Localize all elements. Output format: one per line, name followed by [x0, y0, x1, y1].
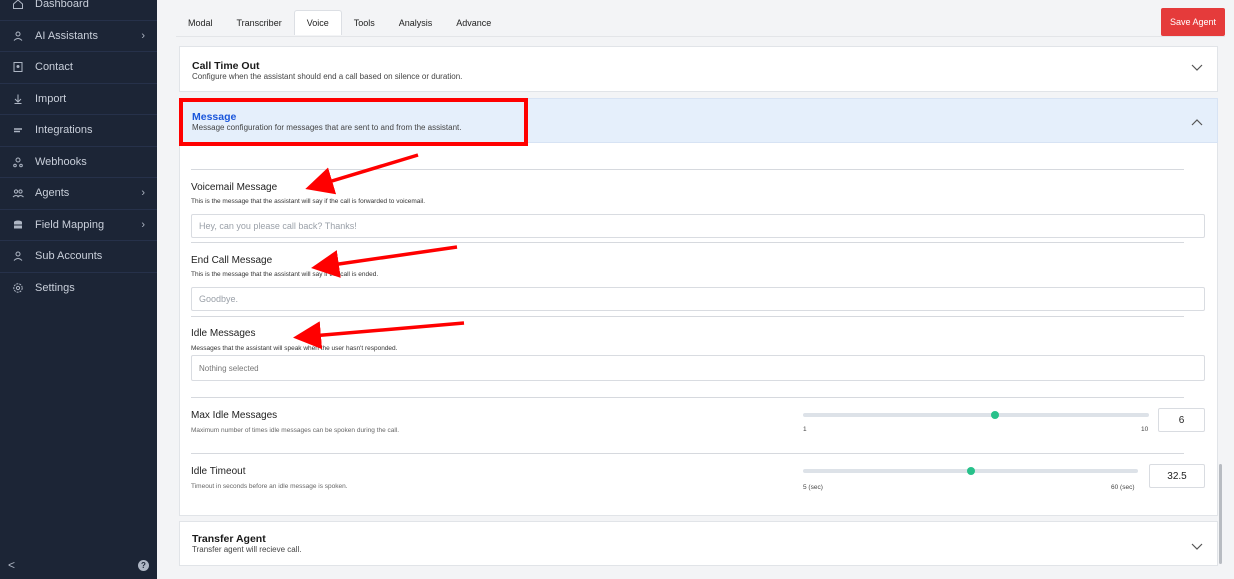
- annotation-arrow: [311, 245, 458, 278]
- annotation-arrow: [305, 153, 419, 195]
- annotation-arrow: [293, 321, 465, 350]
- annotation-arrows: [293, 153, 465, 350]
